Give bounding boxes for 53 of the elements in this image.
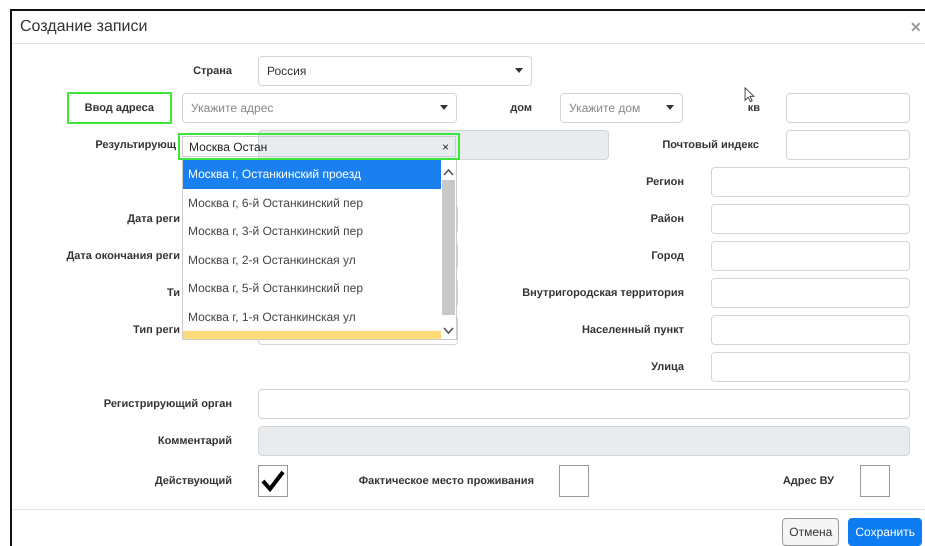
field-label: Улица: [650, 360, 684, 372]
country-select[interactable]: Россия: [258, 56, 532, 86]
field-label: Тип реги: [132, 324, 180, 336]
field-label: Город: [650, 250, 684, 262]
field-label: Почтовый индекс: [661, 138, 759, 150]
address-label: Ввод адреса: [66, 92, 172, 124]
field-label: Комментарий: [156, 434, 232, 446]
address-select[interactable]: Укажите адрес: [182, 92, 457, 122]
checkbox[interactable]: [258, 465, 288, 497]
caret-icon: [666, 105, 674, 110]
field-label: Действующий: [154, 475, 232, 487]
checkbox[interactable]: [860, 465, 890, 497]
field-label: кв: [746, 102, 760, 114]
field-label: Внутригородская территория: [521, 286, 684, 298]
field-label: Регион: [645, 176, 684, 188]
field-label: Результирующ: [94, 138, 176, 150]
search-field[interactable]: Москва Остан ×: [182, 136, 456, 157]
clear-button[interactable]: ×: [442, 140, 449, 154]
field-label: Регистрирующий орган: [102, 398, 232, 410]
field-label: Страна: [192, 64, 232, 76]
scroll-up-icon[interactable]: [443, 168, 454, 176]
caret-icon: [515, 68, 523, 73]
input-field[interactable]: [711, 204, 910, 234]
list-option[interactable]: Москва г, 5-й Останкинский пер: [183, 274, 441, 302]
field-label: Населенный пункт: [580, 324, 684, 336]
house-select[interactable]: Укажите дом: [560, 92, 683, 122]
input-field[interactable]: [711, 240, 910, 270]
checkbox[interactable]: [559, 465, 589, 497]
postal-code-field[interactable]: [786, 130, 910, 160]
cursor-icon: [744, 87, 755, 103]
list-option[interactable]: Москва г, Останкинский проезд: [183, 160, 441, 188]
input-field[interactable]: [711, 352, 910, 382]
caret-icon: [440, 105, 448, 110]
field-label: Ти: [166, 286, 180, 298]
scroll-down-icon[interactable]: [443, 327, 454, 335]
field-label: Адрес ВУ: [782, 475, 834, 487]
field-label: Дата реги: [126, 212, 180, 224]
cancel-button[interactable]: Отмена: [782, 518, 840, 546]
save-button[interactable]: Сохранить: [848, 518, 922, 546]
input-field[interactable]: [711, 278, 910, 308]
list-option[interactable]: Москва г, 3-й Останкинский пер: [183, 217, 441, 246]
input-field[interactable]: [711, 166, 910, 196]
registrar-field[interactable]: [258, 388, 910, 418]
dialog-title: Создание записи: [20, 18, 148, 36]
list-option[interactable]: Москва г, 6-й Останкинский пер: [183, 188, 441, 217]
field-label: дом: [509, 102, 532, 114]
field-label: Район: [650, 212, 684, 224]
field-label: Фактическое место проживания: [358, 475, 534, 487]
field-label: Дата окончания реги: [65, 250, 180, 262]
apartment-field[interactable]: [786, 92, 910, 122]
list-option[interactable]: Москва г, 2-я Останкинская ул: [183, 246, 441, 274]
input-field[interactable]: [711, 314, 910, 344]
list-option[interactable]: Москва г, 1-я Останкинская ул: [183, 302, 441, 331]
